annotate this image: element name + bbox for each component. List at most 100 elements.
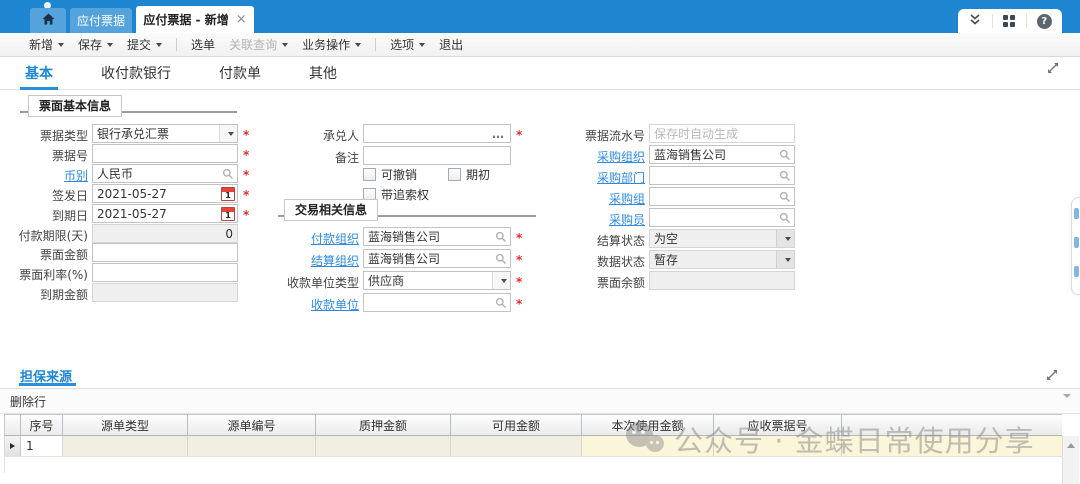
toolbar-item-pick-bill[interactable]: 选单: [186, 36, 220, 53]
delete-row-button[interactable]: 删除行: [10, 393, 46, 410]
calendar-icon[interactable]: 1: [221, 187, 235, 201]
window-actions: ?: [958, 9, 1062, 33]
window-tab-payable-bill-new[interactable]: 应付票据 - 新增 ×: [136, 6, 254, 33]
help-icon[interactable]: ?: [1037, 14, 1052, 29]
remark-field[interactable]: [363, 146, 511, 165]
bill-no-field[interactable]: [92, 144, 238, 163]
face-balance-label: 票面余额: [597, 274, 645, 291]
purchase-org-field[interactable]: 蓝海销售公司: [649, 145, 795, 164]
purchase-group-label[interactable]: 采购组: [609, 190, 645, 207]
tab-payment-bill[interactable]: 付款单: [219, 57, 261, 89]
settlement-org-label[interactable]: 结算组织: [311, 252, 359, 269]
toolbar-item-exit[interactable]: 退出: [434, 36, 468, 53]
toolbar-item-options[interactable]: 选项: [385, 36, 430, 53]
currency-label[interactable]: 币别: [64, 167, 88, 184]
tab-banks[interactable]: 收付款银行: [101, 57, 171, 89]
grid-column-header[interactable]: 本次使用金额: [582, 415, 714, 435]
tab-other[interactable]: 其他: [309, 57, 337, 89]
currency-lookup-button[interactable]: [219, 168, 237, 180]
section-header-trade: 交易相关信息: [284, 199, 378, 221]
cell-seq[interactable]: 1: [21, 436, 63, 456]
payment-org-field[interactable]: 蓝海销售公司: [363, 227, 511, 246]
grid-column-header[interactable]: 源单类型: [63, 415, 188, 435]
due-date-field[interactable]: 2021-05-271: [92, 204, 238, 223]
grid-column-header[interactable]: 应收票据号: [714, 415, 842, 435]
toolbar-item-label: 选单: [191, 36, 215, 53]
payment-org-label[interactable]: 付款组织: [311, 230, 359, 247]
magnifier-icon: [495, 297, 507, 309]
acceptor-field[interactable]: …: [363, 124, 511, 143]
grid-column-header[interactable]: 质押金额: [316, 415, 451, 435]
bill-type-field[interactable]: 银行承兑汇票: [92, 124, 238, 143]
payee-type-dropdown-button[interactable]: [492, 272, 510, 289]
cell-3[interactable]: [316, 436, 451, 456]
initial-checkbox[interactable]: [448, 168, 461, 181]
cell-6[interactable]: [714, 436, 842, 456]
purchase-group-lookup-button[interactable]: [776, 191, 794, 203]
payee-label[interactable]: 收款单位: [311, 296, 359, 313]
toolbar: 新增保存提交 选单关联查询业务操作 选项退出: [0, 33, 1080, 57]
collapse-toolbar-icon[interactable]: [968, 13, 982, 29]
purchaser-lookup-button[interactable]: [776, 212, 794, 224]
grid-column-header[interactable]: 序号: [21, 415, 63, 435]
cell-1[interactable]: [63, 436, 188, 456]
cell-4[interactable]: [451, 436, 582, 456]
expand-icon[interactable]: [1046, 61, 1060, 75]
collapse-panel-icon[interactable]: [1063, 398, 1072, 412]
bill-type-dropdown-button[interactable]: [219, 125, 237, 142]
settle-status-field: 为空: [649, 229, 795, 248]
face-amount-field[interactable]: [92, 243, 238, 262]
payee-type-label: 收款单位类型: [287, 274, 359, 291]
revocable-checkbox-label: 可撤销: [381, 166, 417, 183]
grid-column-header[interactable]: 可用金额: [451, 415, 582, 435]
toolbar-item-new[interactable]: 新增: [24, 36, 69, 53]
toolbar-item-save[interactable]: 保存: [73, 36, 118, 53]
issue-date-field[interactable]: 2021-05-271: [92, 184, 238, 203]
purchase-dept-lookup-button[interactable]: [776, 170, 794, 182]
purchase-org-label[interactable]: 采购组织: [597, 148, 645, 165]
payee-lookup-button[interactable]: [492, 297, 510, 309]
revocable-checkbox[interactable]: [363, 168, 376, 181]
field-row-due-date: 到期日2021-05-271*: [20, 204, 254, 224]
currency-field[interactable]: 人民币: [92, 164, 238, 183]
settle-status-dropdown-button: [776, 230, 794, 247]
purchaser-field[interactable]: [649, 208, 795, 227]
tab-basic[interactable]: 基本: [25, 57, 53, 89]
purchaser-label[interactable]: 采购员: [609, 211, 645, 228]
settlement-org-lookup-button[interactable]: [492, 253, 510, 265]
purchase-org-lookup-button[interactable]: [776, 149, 794, 161]
vertical-scrollbar[interactable]: [1062, 436, 1079, 484]
purchase-dept-field[interactable]: [649, 166, 795, 185]
acceptor-picker-button[interactable]: …: [492, 127, 505, 141]
payee-field[interactable]: [363, 293, 511, 312]
side-panel-handle[interactable]: [1071, 197, 1080, 295]
settlement-org-field[interactable]: 蓝海销售公司: [363, 249, 511, 268]
toolbar-item-business-ops[interactable]: 业务操作: [297, 36, 366, 53]
payee-type-field[interactable]: 供应商: [363, 271, 511, 290]
calendar-icon[interactable]: 1: [221, 207, 235, 221]
current-row-icon: [10, 443, 15, 449]
app-grid-icon[interactable]: [1003, 15, 1015, 27]
home-tab[interactable]: [30, 8, 66, 33]
chevron-down-icon: [785, 258, 791, 262]
close-icon[interactable]: ×: [236, 12, 247, 27]
chevron-down-icon: [785, 237, 791, 241]
grid-column-header[interactable]: 源单编号: [188, 415, 316, 435]
cell-5[interactable]: [582, 436, 714, 456]
field-row-face-rate: 票面利率(%): [20, 263, 254, 283]
field-row-payee: 收款单位*: [283, 293, 527, 313]
toolbar-separator: [176, 38, 177, 51]
form-tabs: 基本 收付款银行 付款单 其他: [0, 57, 1080, 90]
window-tab-payable-bills[interactable]: 应付票据: [70, 8, 132, 33]
cell-2[interactable]: [188, 436, 316, 456]
expand-icon[interactable]: [1045, 368, 1059, 382]
toolbar-item-submit[interactable]: 提交: [122, 36, 167, 53]
purchase-group-field[interactable]: [649, 187, 795, 206]
required-mark: *: [243, 148, 249, 162]
purchase-dept-label[interactable]: 采购部门: [597, 169, 645, 186]
scroll-up-icon[interactable]: [1067, 443, 1075, 448]
face-amount-label: 票面金额: [40, 246, 88, 263]
payment-org-lookup-button[interactable]: [492, 231, 510, 243]
toolbar-item-related-query: 关联查询: [224, 36, 293, 53]
face-rate-field[interactable]: [92, 263, 238, 282]
